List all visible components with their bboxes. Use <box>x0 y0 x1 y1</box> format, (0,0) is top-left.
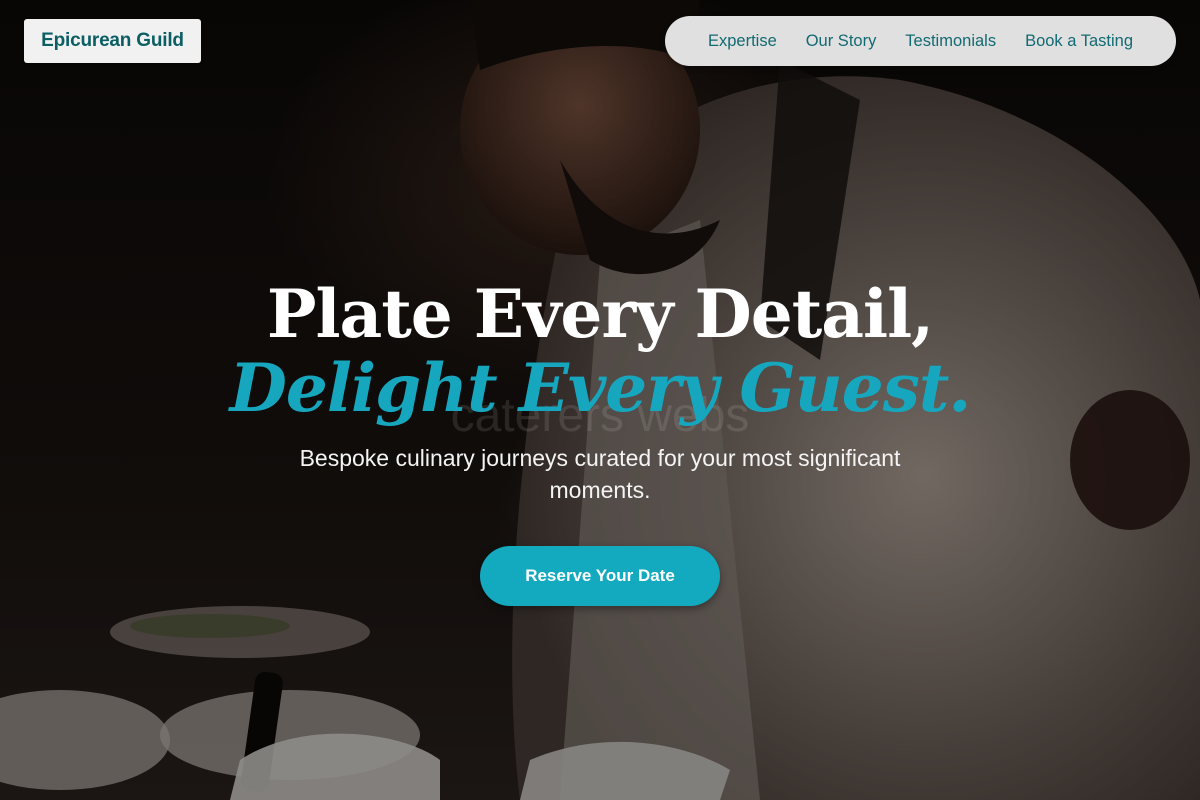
reserve-date-button[interactable]: Reserve Your Date <box>480 546 720 606</box>
hero-title-line1: Plate Every Detail, <box>266 275 934 353</box>
main-nav: Expertise Our Story Testimonials Book a … <box>665 16 1176 66</box>
hero-headline: Plate Every Detail, Delight Every Guest. <box>0 276 1200 424</box>
brand-logo[interactable]: Epicurean Guild <box>24 19 201 63</box>
nav-link-book-tasting[interactable]: Book a Tasting <box>1025 32 1133 51</box>
nav-link-our-story[interactable]: Our Story <box>806 32 877 51</box>
nav-link-testimonials[interactable]: Testimonials <box>905 32 996 51</box>
hero-subtitle: Bespoke culinary journeys curated for yo… <box>299 445 901 503</box>
nav-link-expertise[interactable]: Expertise <box>708 32 777 51</box>
hero-title-line2: Delight Every Guest. <box>229 349 972 427</box>
hero-section: Epicurean Guild Expertise Our Story Test… <box>0 0 1200 800</box>
